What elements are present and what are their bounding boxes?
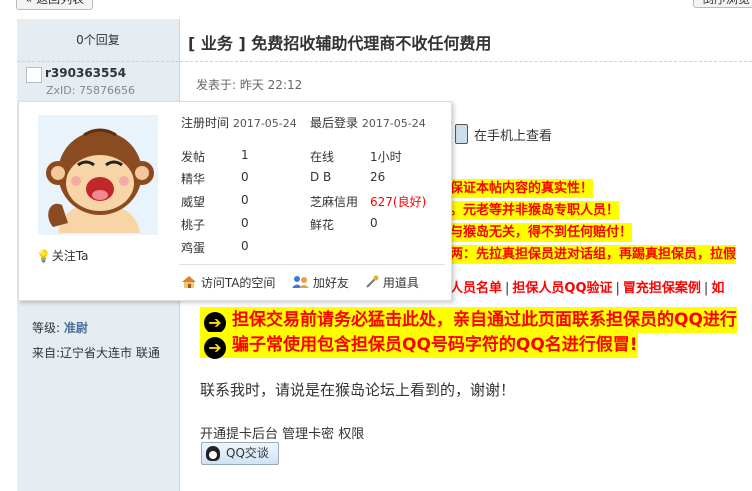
service-text: 开通提卡后台 管理卡密 权限 xyxy=(200,427,365,442)
add-friend-icon xyxy=(292,276,309,288)
level-value[interactable]: 准尉 xyxy=(64,321,88,335)
stat-label: 精华 xyxy=(181,172,206,186)
notice-line-1: 保证本帖内容的真实性！ xyxy=(450,179,594,198)
stat-label: 鸡蛋 xyxy=(181,241,206,255)
stat-value: 0 xyxy=(241,170,249,184)
qq-chat-label: QQ交谈 xyxy=(226,446,269,460)
author-zxid: ZxID: 75876656 xyxy=(46,84,135,97)
stat-value: 1 xyxy=(241,148,249,162)
qq-penguin-icon xyxy=(206,446,220,461)
phone-icon xyxy=(455,124,468,144)
mobile-view-label: 在手机上查看 xyxy=(474,129,553,144)
last-login-value: 2017-05-24 xyxy=(361,117,426,130)
last-login: 最后登录 2017-05-24 xyxy=(310,114,426,131)
impersonation-warning: ➔ 骗子常使用包含担保员QQ号码字符的QQ名进行假冒! xyxy=(200,332,638,359)
reg-date-value: 2017-05-24 xyxy=(232,117,297,130)
notice-line-3: 与猴岛无关，得不到任何赔付！ xyxy=(450,223,633,242)
stat-label: 芝麻信用 xyxy=(310,195,359,209)
notice-links: 人员名单 | 担保人员QQ验证 | 冒充担保案例 | 如 xyxy=(450,281,725,296)
stat-label: 鲜花 xyxy=(310,218,335,232)
author-location: 来自:辽宁省大连市 联通 xyxy=(32,346,160,360)
avatar[interactable] xyxy=(38,115,158,235)
visit-space-link[interactable]: 访问TA的空间 xyxy=(181,274,275,291)
home-icon xyxy=(182,276,196,288)
guarantee-notice[interactable]: ➔ 担保交易前请务必猛击此处，亲自通过此页面联系担保员的QQ进行 xyxy=(200,307,737,334)
guarantee-notice-text: 担保交易前请务必猛击此处，亲自通过此页面联系担保员的QQ进行 xyxy=(232,310,737,330)
lightbulb-icon: 💡 xyxy=(36,249,51,263)
thread-title: [ 业务 ] 免费招收辅助代理商不收任何费用 xyxy=(188,34,492,53)
stat-label: D B xyxy=(310,170,332,184)
stat-value: 1小时 xyxy=(370,150,402,164)
stat-label: 桃子 xyxy=(181,218,206,232)
reply-count: 0个回复 xyxy=(17,19,179,62)
monkey-avatar-icon xyxy=(38,115,158,235)
back-to-list-button[interactable]: « 返回列表 xyxy=(16,0,94,10)
credit-score: 627(良好) xyxy=(370,195,427,209)
notice-line-2: 。元老等并非猴岛专职人员！ xyxy=(450,201,620,220)
visit-space-label: 访问TA的空间 xyxy=(200,276,276,290)
follow-label: 关注Ta xyxy=(51,249,89,263)
add-friend-label: 加好友 xyxy=(312,276,349,290)
stat-label: 在线 xyxy=(310,150,335,164)
level-label: 等级: xyxy=(32,321,61,335)
post-date: 发表于: 昨天 22:12 xyxy=(196,78,303,92)
mobile-view-link[interactable]: 在手机上查看 xyxy=(455,124,552,144)
qq-chat-button[interactable]: QQ交谈 xyxy=(201,442,279,465)
last-login-label: 最后登录 xyxy=(310,116,359,130)
arrow-right-icon: ➔ xyxy=(204,337,226,359)
stat-value: 0 xyxy=(370,216,378,230)
stat-value: 0 xyxy=(241,193,249,207)
qq-verify-link[interactable]: 担保人员QQ验证 xyxy=(512,281,612,296)
add-friend-link[interactable]: 加好友 xyxy=(292,274,349,291)
follow-button[interactable]: 💡 关注Ta xyxy=(36,247,89,264)
user-avatar-small-icon xyxy=(26,67,42,83)
author-level: 等级: 准尉 xyxy=(32,319,88,336)
stat-label: 发帖 xyxy=(181,150,206,164)
fraud-cases-link[interactable]: 冒充担保案例 xyxy=(623,281,701,296)
author-username[interactable]: r390363554 xyxy=(45,66,126,80)
notice-line-4: 两：先拉真担保员进对话组，再踢真担保员，拉假 xyxy=(450,245,737,264)
stat-value: 0 xyxy=(241,239,249,253)
reverse-order-button[interactable]: 倒序浏览 xyxy=(693,0,752,8)
staff-list-link[interactable]: 人员名单 xyxy=(450,281,502,296)
stat-label: 威望 xyxy=(181,195,206,209)
stat-value: 26 xyxy=(370,170,386,184)
card-divider xyxy=(179,264,445,265)
use-tool-link[interactable]: 用道具 xyxy=(365,274,419,291)
contact-text: 联系我时，请说是在猴岛论坛上看到的，谢谢！ xyxy=(200,381,516,399)
more-link[interactable]: 如 xyxy=(711,281,724,296)
reg-date-label: 注册时间 xyxy=(181,116,230,130)
stat-value: 0 xyxy=(241,216,249,230)
wand-icon xyxy=(366,275,379,288)
use-tool-label: 用道具 xyxy=(382,276,419,290)
arrow-right-icon: ➔ xyxy=(204,312,226,334)
impersonation-warning-text: 骗子常使用包含担保员QQ号码字符的QQ名进行假冒! xyxy=(232,335,638,355)
reg-date: 注册时间 2017-05-24 xyxy=(181,114,297,131)
user-info-card: 💡 关注Ta 注册时间 2017-05-24 最后登录 2017-05-24 发… xyxy=(18,101,452,301)
